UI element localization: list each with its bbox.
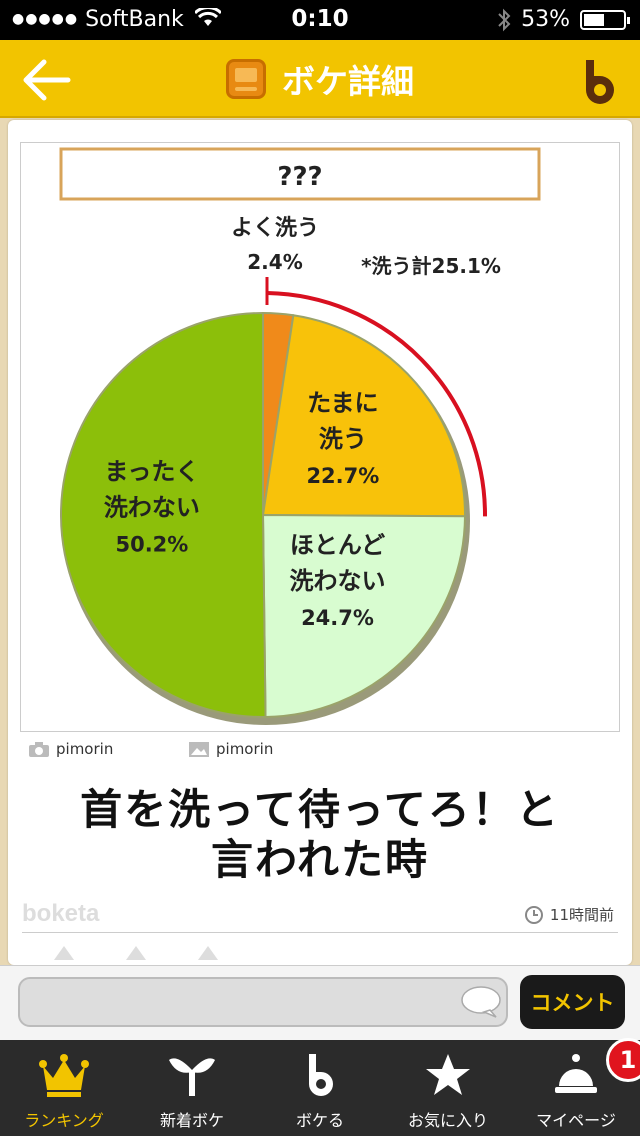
comment-input[interactable] <box>18 977 508 1027</box>
page-title: ボケ詳細 <box>282 62 414 101</box>
speech-bubble-icon <box>461 986 501 1018</box>
posted-time: 11時間前 <box>524 904 614 925</box>
boke-caption: 首を洗って待ってろ！と 言われた時 <box>8 785 632 885</box>
slice-label: 洗わない <box>104 494 200 522</box>
posted-ago: 11時間前 <box>549 906 614 924</box>
tab-bokeru[interactable]: ボケる <box>256 1040 384 1136</box>
slice-label: よく洗う <box>231 216 319 241</box>
rating-icon[interactable] <box>198 946 218 960</box>
tab-label: ボケる <box>295 1111 344 1130</box>
watermark-logo: boketa <box>22 900 100 927</box>
star-icon <box>426 1054 470 1095</box>
rating-icon[interactable] <box>126 946 146 960</box>
tab-bar: ランキング 新着ボケ ボケる お気に入り 1 マイページ <box>0 1038 640 1136</box>
battery-icon <box>580 9 630 30</box>
slice-value: 50.2% <box>115 533 188 557</box>
slice-label: たまに <box>307 389 378 417</box>
image-icon <box>189 741 209 757</box>
boketa-logo-icon[interactable] <box>578 56 622 104</box>
boke-card: ??? よく洗う 2.4% たまに 洗う 22.7% ほとんど 洗わない 24.7% まったく 洗わ… <box>8 120 632 965</box>
comment-button[interactable]: コメント <box>520 975 625 1029</box>
comment-bar: コメント <box>0 965 640 1040</box>
battery-percent: 53% <box>521 7 570 32</box>
sprout-icon <box>169 1058 215 1096</box>
status-bar: ●●●●● SoftBank 0:10 53% <box>0 0 640 40</box>
divider <box>22 932 618 933</box>
slice-label: ほとんど <box>290 531 385 559</box>
slice-label: 洗わない <box>290 567 386 595</box>
rating-icon[interactable] <box>54 946 74 960</box>
clock-icon <box>524 905 543 924</box>
camera-icon <box>29 741 49 757</box>
tab-label: マイページ <box>536 1111 616 1130</box>
chart-title: ??? <box>277 162 322 192</box>
tab-new-boke[interactable]: 新着ボケ <box>128 1040 256 1136</box>
tab-ranking[interactable]: ランキング <box>0 1040 128 1136</box>
tab-favorites[interactable]: お気に入り <box>384 1040 512 1136</box>
caption-line-1: 首を洗って待ってろ！と <box>80 785 560 834</box>
notification-badge: 1 <box>606 1038 640 1082</box>
caption-line-2: 言われた時 <box>211 835 429 884</box>
tab-mypage[interactable]: 1 マイページ <box>512 1038 640 1136</box>
slice-label: まったく <box>104 458 199 486</box>
tab-label: 新着ボケ <box>159 1111 224 1130</box>
crown-icon <box>39 1054 89 1097</box>
tab-label: ランキング <box>24 1111 104 1130</box>
slice-value: 22.7% <box>306 464 379 488</box>
slice-label: 洗う <box>319 425 367 453</box>
pie-chart: ???よく洗う2.4%たまに洗う22.7%ほとんど洗わない24.7%まったく洗わ… <box>59 147 541 725</box>
slice-value: 24.7% <box>301 606 374 630</box>
slice-value: 2.4% <box>247 250 302 274</box>
bell-icon <box>555 1054 597 1093</box>
tab-label: お気に入り <box>407 1111 488 1130</box>
photo-credit[interactable]: pimorin <box>28 740 113 758</box>
image-credit-name: pimorin <box>216 740 274 758</box>
nav-header: ボケ詳細 <box>0 40 640 118</box>
boke-image: ??? よく洗う 2.4% たまに 洗う 22.7% ほとんど 洗わない 24.7% まったく 洗わ… <box>20 142 620 732</box>
boketa-b-icon <box>309 1054 333 1096</box>
tv-icon <box>226 59 266 99</box>
image-credit[interactable]: pimorin <box>188 740 273 758</box>
photo-credit-name: pimorin <box>56 740 114 758</box>
bluetooth-icon <box>498 8 511 31</box>
annotation-text: *洗う計25.1% <box>361 254 501 278</box>
